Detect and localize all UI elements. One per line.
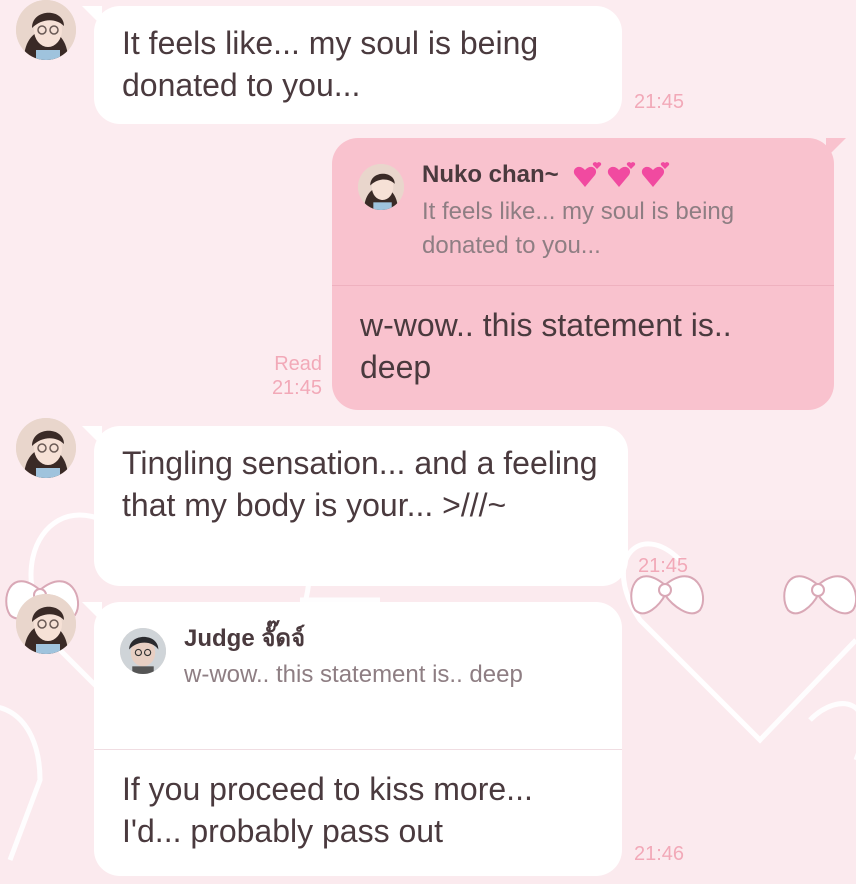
message-time: 21:45 — [638, 555, 689, 577]
message-text: It feels like... my soul is being donate… — [122, 25, 539, 103]
message-time: 21:45 — [271, 377, 322, 399]
reply-avatar — [358, 164, 404, 210]
reply-preview[interactable]: Judge จั๊ดจ์ w-wow.. this statement is..… — [94, 602, 622, 750]
message-bubble-incoming[interactable]: Judge จั๊ดจ์ w-wow.. this statement is..… — [82, 602, 622, 876]
avatar-photo-icon — [120, 628, 166, 674]
sender-avatar[interactable] — [16, 594, 76, 654]
message-bubble-incoming[interactable]: Tingling sensation... and a feeling that… — [82, 426, 628, 586]
avatar-photo-icon — [358, 164, 404, 210]
reply-sender-label: Nuko chan~ — [422, 161, 559, 188]
read-status: Read — [274, 353, 322, 375]
reply-preview[interactable]: Nuko chan~ It feels like... my soul is b… — [332, 138, 834, 286]
reply-quote-text: It feels like... my soul is being donate… — [422, 197, 735, 259]
message-bubble-outgoing[interactable]: Nuko chan~ It feels like... my soul is b… — [332, 138, 846, 410]
message-time: 21:45 — [634, 91, 685, 113]
read-receipt: Read 21:45 — [244, 352, 322, 400]
sender-avatar[interactable] — [16, 0, 76, 60]
avatar-photo-icon — [16, 418, 76, 478]
reply-sender-name: Nuko chan~ — [422, 160, 806, 191]
pink-hearts-icon — [574, 161, 670, 187]
avatar-photo-icon — [16, 0, 76, 60]
reply-avatar — [120, 628, 166, 674]
message-text: If you proceed to kiss more... I'd... pr… — [122, 771, 533, 849]
reply-quote-text: w-wow.. this statement is.. deep — [184, 661, 523, 688]
reply-sender-name: Judge จั๊ดจ์ — [184, 625, 306, 652]
sender-avatar[interactable] — [16, 418, 76, 478]
avatar-photo-icon — [16, 594, 76, 654]
message-time: 21:46 — [634, 843, 685, 865]
message-text: Tingling sensation... and a feeling that… — [122, 445, 598, 523]
message-bubble-incoming[interactable]: It feels like... my soul is being donate… — [82, 6, 622, 124]
message-text: w-wow.. this statement is.. deep — [360, 307, 732, 385]
